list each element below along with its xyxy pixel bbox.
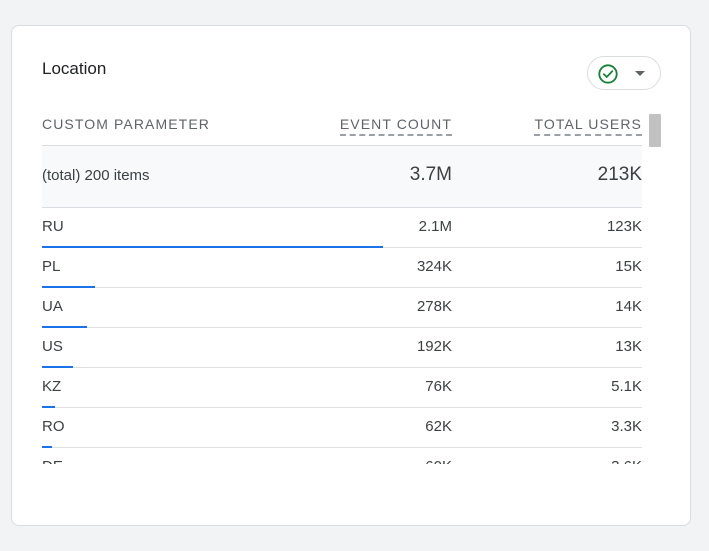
table-scrollbar[interactable]: [649, 114, 661, 147]
row-event-count: 192K: [416, 338, 452, 355]
location-table: CUSTOM PARAMETER EVENT COUNT TOTAL USERS…: [42, 112, 642, 464]
row-event-count: 76K: [425, 378, 452, 395]
row-country: KZ: [42, 378, 62, 395]
row-total-users: 13K: [615, 338, 642, 355]
check-circle-icon: [598, 64, 618, 84]
location-card: Location CUSTOM PARAMETER EVENT COUNT TO…: [11, 25, 691, 526]
row-event-count: 60K: [425, 458, 452, 464]
row-event-count: 62K: [425, 418, 452, 435]
row-total-users: 123K: [606, 218, 642, 235]
table-body: RU 2.1M 123K PL 324K 15K UA 278K 14K US 192K 13K KZ 7…: [42, 208, 642, 464]
table-row[interactable]: RO 62K 3.3K: [42, 408, 642, 448]
row-country: US: [42, 338, 63, 355]
total-row: (total) 200 items 3.7M 213K: [42, 145, 642, 208]
column-header-total-users[interactable]: TOTAL USERS: [534, 116, 642, 136]
card-title: Location: [42, 59, 107, 78]
column-header-custom-parameter[interactable]: CUSTOM PARAMETER: [42, 116, 210, 132]
row-total-users: 15K: [615, 258, 642, 275]
table-row[interactable]: US 192K 13K: [42, 328, 642, 368]
row-country: UA: [42, 298, 63, 315]
total-users: 213K: [597, 164, 642, 185]
row-total-users: 3.3K: [611, 418, 642, 435]
status-dropdown-button[interactable]: [587, 56, 661, 90]
row-total-users: 3.6K: [611, 458, 642, 464]
table-row[interactable]: UA 278K 14K: [42, 288, 642, 328]
total-label: (total) 200 items: [42, 167, 150, 184]
row-country: PL: [42, 258, 61, 275]
row-event-count: 2.1M: [418, 218, 452, 235]
row-total-users: 14K: [615, 298, 642, 315]
chevron-down-icon: [635, 71, 645, 76]
row-country: RU: [42, 218, 64, 235]
row-event-count: 278K: [416, 298, 452, 315]
row-country: DE: [42, 458, 63, 464]
total-event-count: 3.7M: [409, 164, 452, 185]
row-country: RO: [42, 418, 65, 435]
row-event-count: 324K: [416, 258, 452, 275]
table-row[interactable]: DE 60K 3.6K: [42, 448, 642, 464]
table-row[interactable]: KZ 76K 5.1K: [42, 368, 642, 408]
column-header-event-count[interactable]: EVENT COUNT: [339, 116, 452, 136]
row-total-users: 5.1K: [611, 378, 642, 395]
table-row[interactable]: PL 324K 15K: [42, 248, 642, 288]
table-row[interactable]: RU 2.1M 123K: [42, 208, 642, 248]
